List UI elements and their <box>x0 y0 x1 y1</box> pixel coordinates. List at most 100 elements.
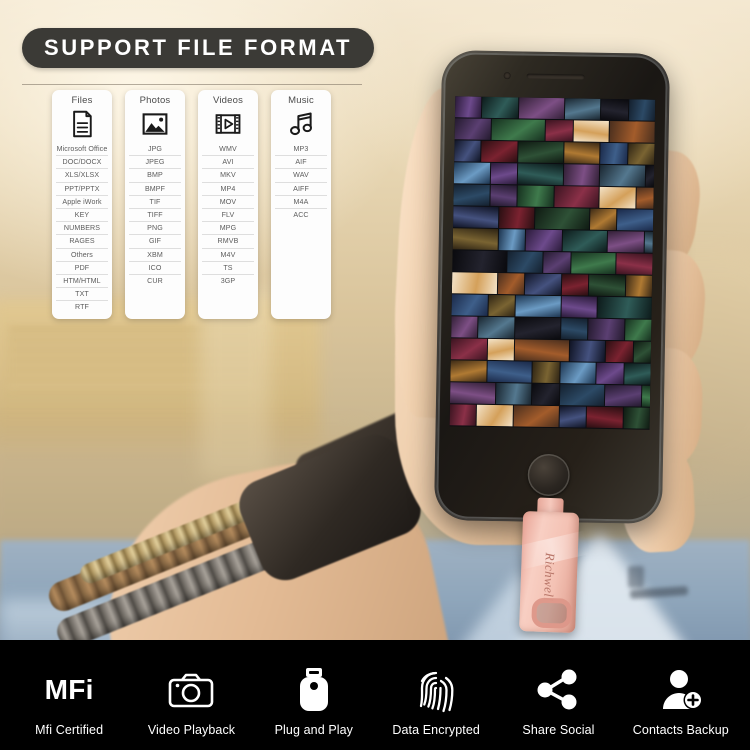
photo-thumbnail[interactable] <box>449 382 495 405</box>
photo-thumbnail[interactable] <box>609 120 655 143</box>
home-button[interactable] <box>527 453 571 497</box>
photo-thumbnail[interactable] <box>569 340 606 362</box>
photo-thumbnail[interactable] <box>563 164 600 186</box>
photo-thumbnail[interactable] <box>449 404 477 426</box>
photo-thumbnail[interactable] <box>559 406 586 428</box>
photo-thumbnail[interactable] <box>453 162 490 184</box>
photo-thumbnail[interactable] <box>588 318 625 341</box>
photo-thumbnail[interactable] <box>525 229 562 252</box>
photo-thumbnail[interactable] <box>515 295 561 318</box>
photo-thumbnail[interactable] <box>628 99 656 121</box>
photo-thumbnail[interactable] <box>625 275 653 297</box>
photo-thumbnail[interactable] <box>600 142 628 165</box>
earpiece-speaker <box>526 73 585 80</box>
photo-thumbnail[interactable] <box>485 426 513 430</box>
photo-thumbnail[interactable] <box>623 407 650 429</box>
photo-thumbnail[interactable] <box>491 118 546 141</box>
photo-thumbnail[interactable] <box>617 209 654 231</box>
photo-thumbnail[interactable] <box>535 207 590 230</box>
photo-thumbnail[interactable] <box>488 294 515 317</box>
photo-thumbnail[interactable] <box>606 340 633 363</box>
photo-thumbnail[interactable] <box>515 317 561 340</box>
photo-thumbnail[interactable] <box>482 96 519 119</box>
photo-thumbnail[interactable] <box>571 252 617 275</box>
photo-thumbnail[interactable] <box>588 274 625 297</box>
photo-thumbnail[interactable] <box>476 404 513 427</box>
photo-thumbnail[interactable] <box>497 273 525 295</box>
photo-thumbnail[interactable] <box>452 228 498 251</box>
smartphone[interactable] <box>433 50 671 524</box>
photo-thumbnail[interactable] <box>644 231 653 253</box>
photo-thumbnail[interactable] <box>513 405 559 428</box>
usb-flash-drive[interactable]: Richwell <box>516 497 590 641</box>
photo-thumbnail[interactable] <box>616 253 653 275</box>
photo-thumbnail[interactable] <box>517 163 563 186</box>
photo-thumbnail[interactable] <box>518 141 564 164</box>
photo-thumbnail[interactable] <box>451 294 488 316</box>
photo-thumbnail[interactable] <box>514 339 569 362</box>
photo-thumbnail[interactable] <box>601 98 628 121</box>
photo-thumbnail[interactable] <box>487 338 515 361</box>
photo-thumbnail[interactable] <box>624 319 652 341</box>
photo-thumbnail[interactable] <box>478 316 515 339</box>
photo-thumbnail[interactable] <box>561 274 589 296</box>
photo-thumbnail[interactable] <box>604 428 632 430</box>
photo-thumbnail[interactable] <box>641 385 651 407</box>
photo-thumbnail[interactable] <box>532 361 560 384</box>
photo-thumbnail[interactable] <box>450 360 487 382</box>
photo-thumbnail[interactable] <box>524 273 561 296</box>
photo-thumbnail[interactable] <box>562 230 608 252</box>
format-item: WAV <box>275 169 327 183</box>
photo-thumbnail[interactable] <box>498 207 535 229</box>
photo-thumbnail[interactable] <box>545 119 573 142</box>
photo-thumbnail[interactable] <box>481 140 518 163</box>
photo-thumbnail[interactable] <box>553 186 599 208</box>
photo-thumbnail[interactable] <box>490 162 518 185</box>
photo-thumbnail[interactable] <box>607 230 644 253</box>
photo-thumbnail[interactable] <box>567 428 604 430</box>
photo-thumbnail[interactable] <box>452 250 507 273</box>
photo-thumbnail[interactable] <box>518 97 564 120</box>
photo-gallery-grid[interactable] <box>449 96 656 430</box>
photo-thumbnail[interactable] <box>517 185 554 208</box>
photo-thumbnail[interactable] <box>513 427 568 430</box>
photo-thumbnail[interactable] <box>623 363 651 385</box>
photo-thumbnail[interactable] <box>532 383 559 406</box>
photo-thumbnail[interactable] <box>564 98 601 120</box>
photo-thumbnail[interactable] <box>498 229 526 251</box>
photo-thumbnail[interactable] <box>596 362 624 385</box>
photo-thumbnail[interactable] <box>599 164 645 187</box>
photo-thumbnail[interactable] <box>633 341 652 363</box>
photo-thumbnail[interactable] <box>450 338 487 360</box>
photo-thumbnail[interactable] <box>454 96 482 118</box>
photo-thumbnail[interactable] <box>597 296 652 319</box>
photo-thumbnail[interactable] <box>454 118 491 140</box>
photo-thumbnail[interactable] <box>451 272 497 295</box>
photo-thumbnail[interactable] <box>451 316 478 338</box>
photo-thumbnail[interactable] <box>559 362 596 384</box>
photo-thumbnail[interactable] <box>489 184 517 207</box>
format-item: HTM/HTML <box>56 275 108 289</box>
photo-thumbnail[interactable] <box>486 360 532 383</box>
photo-thumbnail[interactable] <box>590 208 617 231</box>
photo-thumbnail[interactable] <box>559 384 605 406</box>
photo-thumbnail[interactable] <box>599 186 636 209</box>
photo-thumbnail[interactable] <box>507 251 543 273</box>
format-item: MP4 <box>202 183 254 196</box>
photo-thumbnail[interactable] <box>563 142 600 164</box>
photo-thumbnail[interactable] <box>449 426 486 430</box>
photo-thumbnail[interactable] <box>645 165 655 187</box>
photo-thumbnail[interactable] <box>495 383 532 405</box>
photo-thumbnail[interactable] <box>561 296 598 318</box>
photo-thumbnail[interactable] <box>605 384 642 407</box>
photo-thumbnail[interactable] <box>453 206 499 229</box>
photo-thumbnail[interactable] <box>627 143 655 165</box>
photo-thumbnail[interactable] <box>586 406 623 429</box>
photo-thumbnail[interactable] <box>573 120 610 142</box>
photo-thumbnail[interactable] <box>543 251 571 274</box>
format-item: ICO <box>129 262 181 275</box>
photo-thumbnail[interactable] <box>636 187 654 209</box>
photo-thumbnail[interactable] <box>453 184 490 206</box>
photo-thumbnail[interactable] <box>560 318 588 340</box>
photo-thumbnail[interactable] <box>454 140 481 162</box>
